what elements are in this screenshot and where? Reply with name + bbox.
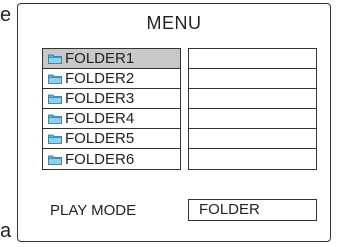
folder-icon	[48, 114, 62, 124]
content-row[interactable]	[189, 89, 316, 109]
folder-item-6[interactable]: FOLDER6	[43, 149, 180, 169]
folder-icon	[48, 134, 62, 144]
folder-label: FOLDER5	[65, 130, 135, 147]
folder-item-2[interactable]: FOLDER2	[43, 69, 180, 89]
menu-panel: MENU FOLDER1 FOLDER2 FOLDER3 FOLDER4 FOL…	[17, 3, 331, 242]
edge-text-bottom: a	[0, 220, 12, 242]
folder-list: FOLDER1 FOLDER2 FOLDER3 FOLDER4 FOLDER5 …	[42, 48, 181, 170]
folder-icon	[48, 74, 62, 84]
folder-label: FOLDER2	[65, 70, 135, 87]
folder-icon	[48, 155, 62, 165]
edge-text-top: e	[0, 4, 12, 26]
folder-label: FOLDER1	[65, 50, 135, 67]
play-mode-value[interactable]: FOLDER	[188, 199, 317, 221]
folder-item-1[interactable]: FOLDER1	[43, 49, 180, 69]
folder-label: FOLDER4	[65, 110, 135, 127]
folder-item-5[interactable]: FOLDER5	[43, 129, 180, 149]
content-row[interactable]	[189, 69, 316, 89]
menu-title: MENU	[146, 13, 202, 33]
content-row[interactable]	[189, 149, 316, 169]
folder-icon	[48, 54, 62, 64]
folder-icon	[48, 94, 62, 104]
folder-label: FOLDER6	[65, 150, 135, 168]
page: e a MENU FOLDER1 FOLDER2 FOLDER3 FOLDER4…	[0, 0, 337, 247]
folder-item-3[interactable]: FOLDER3	[43, 89, 180, 109]
folder-item-4[interactable]: FOLDER4	[43, 109, 180, 129]
content-list	[188, 48, 317, 170]
content-row[interactable]	[189, 49, 316, 69]
play-mode-label: PLAY MODE	[50, 202, 137, 219]
content-row[interactable]	[189, 129, 316, 149]
folder-label: FOLDER3	[65, 90, 135, 107]
content-row[interactable]	[189, 109, 316, 129]
